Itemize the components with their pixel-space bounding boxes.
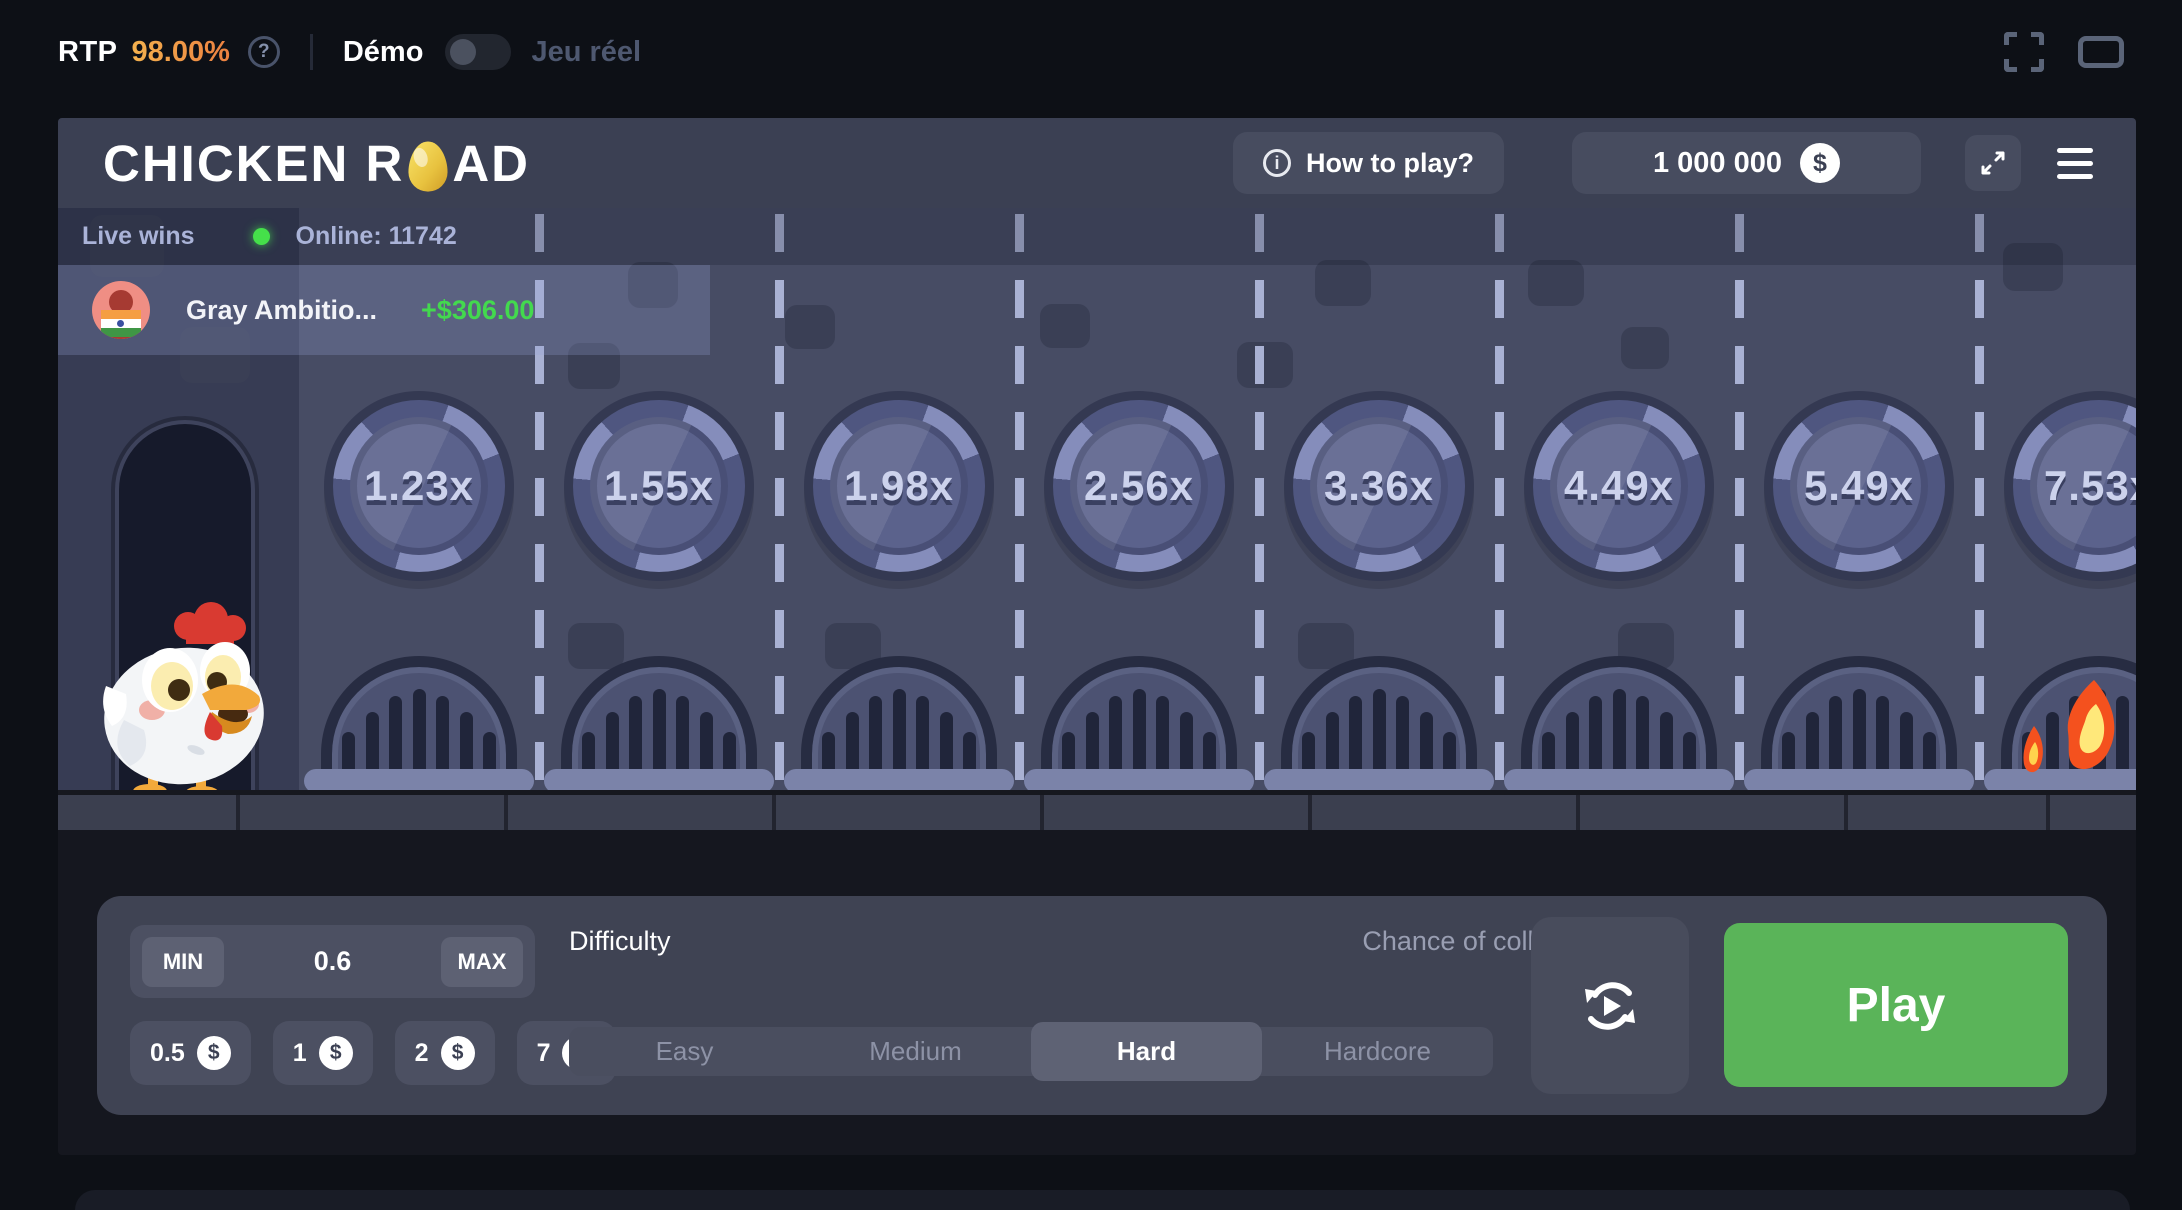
top-bar: RTP 98.00% ? Démo Jeu réel	[0, 0, 2182, 104]
difficulty-tab-hard[interactable]: Hard	[1031, 1022, 1262, 1081]
multiplier-disc: 4.49x	[1524, 391, 1714, 581]
multiplier-value: 5.49x	[1764, 391, 1954, 581]
quick-bet-chip-2[interactable]: 2$	[395, 1021, 495, 1085]
multiplier-disc: 2.56x	[1044, 391, 1234, 581]
how-to-play-label: How to play?	[1306, 148, 1474, 179]
difficulty-tab-easy[interactable]: Easy	[569, 1027, 800, 1076]
multiplier-value: 1.23x	[324, 391, 514, 581]
max-bet-button[interactable]: MAX	[441, 937, 523, 987]
balance-value: 1 000 000	[1653, 147, 1782, 180]
expand-button[interactable]	[1965, 135, 2021, 191]
sidewalk	[58, 790, 2136, 830]
real-money-label: Jeu réel	[531, 36, 641, 69]
expand-arrows-icon	[1978, 148, 2008, 178]
multiplier-disc: 3.36x	[1284, 391, 1474, 581]
dollar-icon: $	[1800, 143, 1840, 183]
divider	[310, 34, 313, 70]
multiplier-value: 1.55x	[564, 391, 754, 581]
demo-real-toggle[interactable]	[445, 34, 511, 70]
logo-text-prefix: CHICKEN R	[103, 134, 404, 193]
difficulty-tab-medium[interactable]: Medium	[800, 1027, 1031, 1076]
multiplier-disc: 7.53x	[2004, 391, 2136, 581]
dollar-icon: $	[197, 1036, 231, 1070]
india-flag-icon	[101, 310, 141, 337]
how-to-play-button[interactable]: i How to play?	[1233, 132, 1504, 194]
live-wins-label: Live wins	[82, 222, 195, 251]
quick-bet-chip-1[interactable]: 1$	[273, 1021, 373, 1085]
difficulty-label: Difficulty	[569, 926, 671, 957]
dollar-icon: $	[441, 1036, 475, 1070]
sewer-grate	[1761, 656, 1957, 790]
lane-6: 4.49x	[1499, 208, 1739, 790]
live-win-entry: Gray Ambitio... +$306.00	[58, 265, 710, 355]
theater-mode-icon[interactable]	[2078, 36, 2124, 68]
sewer-grate	[1041, 656, 1237, 790]
multiplier-value: 7.53x	[2004, 391, 2136, 581]
difficulty-tab-hardcore[interactable]: Hardcore	[1262, 1027, 1493, 1076]
multiplier-disc: 1.55x	[564, 391, 754, 581]
quick-bet-chips: 0.5$1$2$7$	[130, 1021, 616, 1085]
player-avatar	[92, 281, 150, 339]
multiplier-value: 2.56x	[1044, 391, 1234, 581]
multiplier-disc: 1.23x	[324, 391, 514, 581]
lane-5: 3.36x	[1259, 208, 1499, 790]
sewer-grate	[1521, 656, 1717, 790]
chip-value: 2	[415, 1039, 429, 1068]
sewer-grate	[1281, 656, 1477, 790]
multiplier-value: 3.36x	[1284, 391, 1474, 581]
help-icon[interactable]: ?	[248, 36, 280, 68]
multiplier-value: 4.49x	[1524, 391, 1714, 581]
info-icon: i	[1263, 149, 1291, 177]
fire-icon	[2008, 676, 2136, 796]
game-header: CHICKEN R AD i How to play? 1 000 000 $	[58, 118, 2136, 208]
fullscreen-icon[interactable]	[2004, 32, 2044, 72]
min-bet-button[interactable]: MIN	[142, 937, 224, 987]
lane-4: 2.56x	[1019, 208, 1259, 790]
bet-value[interactable]: 0.6	[314, 946, 352, 977]
lane-3: 1.98x	[779, 208, 1019, 790]
chip-value: 7	[537, 1039, 551, 1068]
live-wins-bar: Live wins Online: 11742	[58, 208, 2136, 265]
multiplier-value: 1.98x	[804, 391, 994, 581]
balance-display[interactable]: 1 000 000 $	[1572, 132, 1921, 194]
next-section-card	[75, 1190, 2130, 1210]
sewer-grate	[561, 656, 757, 790]
online-count: Online: 11742	[296, 222, 457, 251]
multiplier-disc: 1.98x	[804, 391, 994, 581]
control-panel: MIN 0.6 MAX 0.5$1$2$7$ Difficulty Chance…	[97, 896, 2107, 1115]
egg-icon	[406, 139, 450, 193]
online-status-dot	[253, 228, 270, 245]
menu-button[interactable]	[2057, 148, 2093, 179]
play-button[interactable]: Play	[1724, 923, 2068, 1087]
chip-value: 1	[293, 1039, 307, 1068]
difficulty-tabbar: EasyMediumHardHardcore	[569, 1027, 1493, 1076]
sewer-grate	[801, 656, 997, 790]
rtp-value: 98.00%	[132, 36, 230, 69]
chip-value: 0.5	[150, 1039, 185, 1068]
lane-7: 5.49x	[1739, 208, 1979, 790]
game-frame: 1.23x 1.55x 1.98x 2.56x 3.36x 4.49x 5.49x 7.53x	[58, 118, 2136, 1155]
autoplay-icon	[1575, 971, 1645, 1041]
chicken-road-logo: CHICKEN R AD	[103, 134, 530, 193]
rtp-label: RTP	[58, 36, 118, 69]
toggle-knob	[450, 39, 476, 65]
sewer-grate	[321, 656, 517, 790]
road: 1.23x 1.55x 1.98x 2.56x 3.36x 4.49x 5.49x 7.53x	[58, 208, 2136, 790]
chicken-character	[96, 598, 286, 798]
logo-text-suffix: AD	[452, 134, 530, 193]
dollar-icon: $	[319, 1036, 353, 1070]
bet-amount-box: MIN 0.6 MAX	[130, 925, 535, 998]
win-amount: +$306.00	[421, 295, 534, 326]
autoplay-button[interactable]	[1531, 917, 1689, 1094]
multiplier-disc: 5.49x	[1764, 391, 1954, 581]
quick-bet-chip-0.5[interactable]: 0.5 $	[130, 1021, 251, 1085]
demo-label: Démo	[343, 36, 424, 69]
player-name: Gray Ambitio...	[186, 295, 377, 326]
